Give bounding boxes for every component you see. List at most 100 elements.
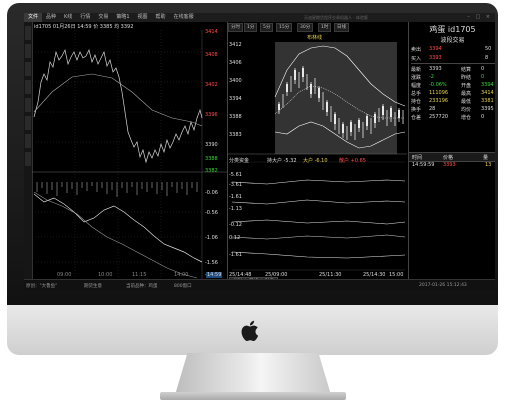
trades-header: 时间 价格 量 [409, 152, 495, 162]
left-tab[interactable] [25, 98, 31, 112]
quote-extra: 3414 [481, 90, 494, 96]
left-tab[interactable] [25, 80, 31, 94]
indicator-item: 持大户 -5.32 [267, 158, 297, 164]
quote-row: 仓差 257720 增仓 0 [411, 114, 495, 122]
trade-vol: 13 [485, 162, 492, 168]
kline-price-label: 3406 [229, 60, 242, 66]
quote-row: 卖出 3394 50 [411, 46, 495, 54]
monitor-foot [160, 392, 346, 400]
kline-time-label: 25/11:30 [319, 272, 342, 278]
indicator-header: 分类资金 [229, 158, 250, 164]
pct-label: -1.56 [205, 260, 218, 266]
price-label: 3402 [205, 82, 218, 88]
quote-extra: 3395 [481, 106, 494, 112]
quote-row: 总手 111096 最高 3414 [411, 90, 495, 98]
quote-symbol: 鸡蛋 id1705 [429, 25, 476, 34]
quote-vol: 增仓 [461, 115, 472, 121]
left-tab[interactable] [25, 116, 31, 130]
quote-vol: 8 [485, 55, 489, 61]
quote-label: 买入 [411, 56, 422, 62]
time-label: 10:00 [98, 272, 113, 278]
quote-extra: 3394 [481, 82, 494, 88]
quote-vol: 开盘 [461, 83, 472, 89]
time-label: 14:00 [174, 272, 189, 278]
quote-value: 233196 [429, 98, 449, 104]
quote-value: 3393 [429, 55, 442, 61]
screen: 文件 品种 K线 行情 交易 策略1 视图 帮助 在线客服 天迪星期货程序交易机器人 · 体验版 … [24, 13, 495, 291]
left-tab[interactable] [25, 26, 31, 40]
price-label: 3396 [205, 112, 218, 118]
kline-price-label: 3388 [229, 114, 242, 120]
status-item: 原创："大鲁鱼" [26, 284, 58, 289]
price-label: 3408 [205, 52, 218, 58]
menu-item[interactable]: 行情 [76, 13, 94, 22]
quote-vol: 最高 [461, 91, 472, 97]
menu-item[interactable]: 品种 [42, 13, 60, 22]
indicator-axis-label: -1.13 [229, 206, 242, 212]
status-item: 800窗口 [174, 284, 192, 289]
indicator-item: 散户 +0.65 [339, 158, 366, 164]
quote-row: 持仓 233196 最低 3381 [411, 98, 495, 106]
price-label: 3382 [205, 168, 218, 174]
kline-chart[interactable] [227, 22, 407, 279]
kline-price-label: 3400 [229, 78, 242, 84]
quote-label: 仓差 [411, 115, 422, 121]
menu-item[interactable]: 在线客服 [170, 13, 198, 22]
menu-item[interactable]: 文件 [24, 13, 43, 22]
left-tab[interactable] [25, 152, 31, 166]
status-item: 期货生意 [84, 284, 102, 289]
quote-value: -0.06% [429, 82, 447, 88]
time-label: 09:00 [57, 272, 72, 278]
imac-monitor: 文件 品种 K线 行情 交易 策略1 视图 帮助 在线客服 天迪星期货程序交易机器人 · 体验版 … [7, 3, 498, 316]
quote-vol: 50 [485, 46, 492, 52]
indicator-axis-label: -0.12 [229, 222, 242, 228]
kline-time-label: 25/14:30 [363, 272, 386, 278]
intraday-chart[interactable] [32, 22, 227, 279]
price-label: 3414 [205, 29, 218, 35]
pct-label: -0.06 [205, 190, 218, 196]
kline-time-label: 15:00 [389, 272, 404, 278]
trade-price: 3393 [443, 162, 456, 168]
indicator-item: 大户 -6.10 [303, 158, 328, 164]
menu-item[interactable]: 策略1 [112, 13, 133, 22]
menu-item[interactable]: K线 [60, 13, 76, 22]
quote-row: 涨跌 -2 昨结 0 [411, 74, 495, 82]
trades-header-cell: 时间 [412, 155, 423, 161]
quote-subtitle: 波段交易 [440, 37, 465, 44]
left-tab[interactable] [25, 44, 31, 58]
quote-label: 涨跌 [411, 75, 422, 81]
quote-vol: 最低 [461, 99, 472, 105]
indicator-axis-label: -1.61 [229, 252, 242, 258]
quote-value: 257720 [429, 114, 449, 120]
kline-chart-panel: 分时 1分 5分 15分 30分 1时 日线 布林线 3412 3406 340… [227, 22, 407, 279]
indicator-axis-label: -1.61 [229, 194, 242, 200]
quote-label: 最新 [411, 67, 422, 73]
menu-bar: 文件 品种 K线 行情 交易 策略1 视图 帮助 在线客服 天迪星期货程序交易机器人 · 体验版 … [24, 13, 495, 22]
quote-extra: 0 [481, 114, 485, 120]
menu-item[interactable]: 帮助 [152, 13, 170, 22]
quote-label: 幅度 [411, 83, 422, 89]
window-title: 天迪星期货程序交易机器人 · 体验版 [304, 15, 368, 20]
price-label: 3390 [205, 142, 218, 148]
left-tab[interactable] [25, 62, 31, 76]
kline-price-label: 3383 [229, 132, 242, 138]
menu-item[interactable]: 交易 [94, 13, 112, 22]
status-bar: 原创："大鲁鱼" 期货生意 当前品种：鸡蛋 800窗口 2017-01-26 15:12… [24, 279, 495, 291]
quote-value: 3394 [429, 46, 442, 52]
kline-price-label: 3394 [229, 96, 242, 102]
quote-row: 幅度 -0.06% 开盘 3394 [411, 82, 495, 90]
intraday-chart-panel: id1705 01月26日 14:59 价 3385 均 3392 3414 3… [32, 22, 228, 279]
trades-header-cell: 价格 [443, 155, 454, 161]
price-label: 3388 [205, 156, 218, 162]
pct-label: -1.06 [205, 235, 218, 241]
left-tab[interactable] [25, 134, 31, 148]
quote-extra: 0 [481, 74, 485, 80]
menu-item[interactable]: 视图 [134, 13, 152, 22]
quote-vol: 昨结 [461, 75, 472, 81]
indicator-axis-label: -5.61 [229, 172, 242, 178]
monitor-stand [175, 353, 331, 395]
trades-header-cell: 量 [483, 155, 489, 161]
quote-row: 最新 3393 结算 0 [411, 66, 495, 74]
window-controls-icon[interactable]: – □ × [467, 14, 492, 20]
indicator-axis-label: 0.12 [229, 235, 241, 241]
